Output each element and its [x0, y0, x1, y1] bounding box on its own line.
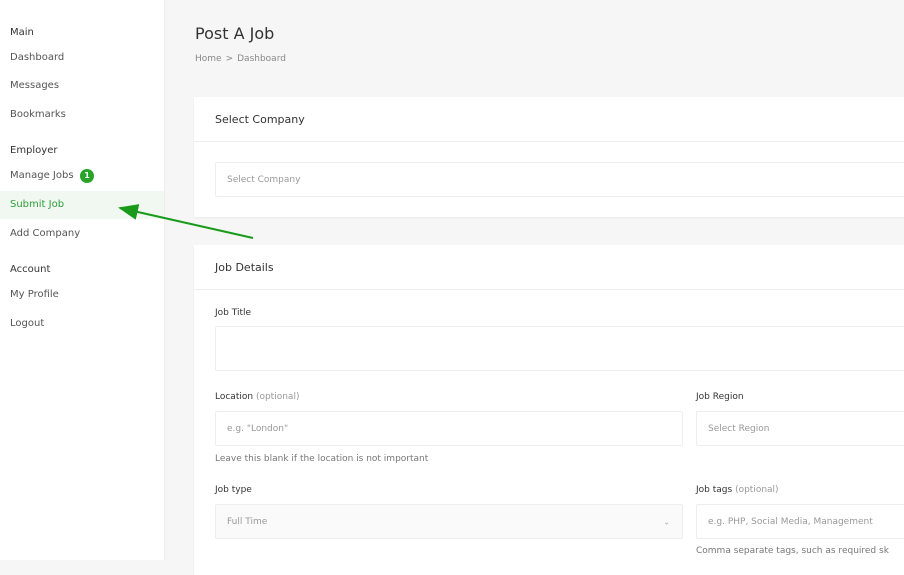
- annotation-arrow-icon: [118, 204, 254, 239]
